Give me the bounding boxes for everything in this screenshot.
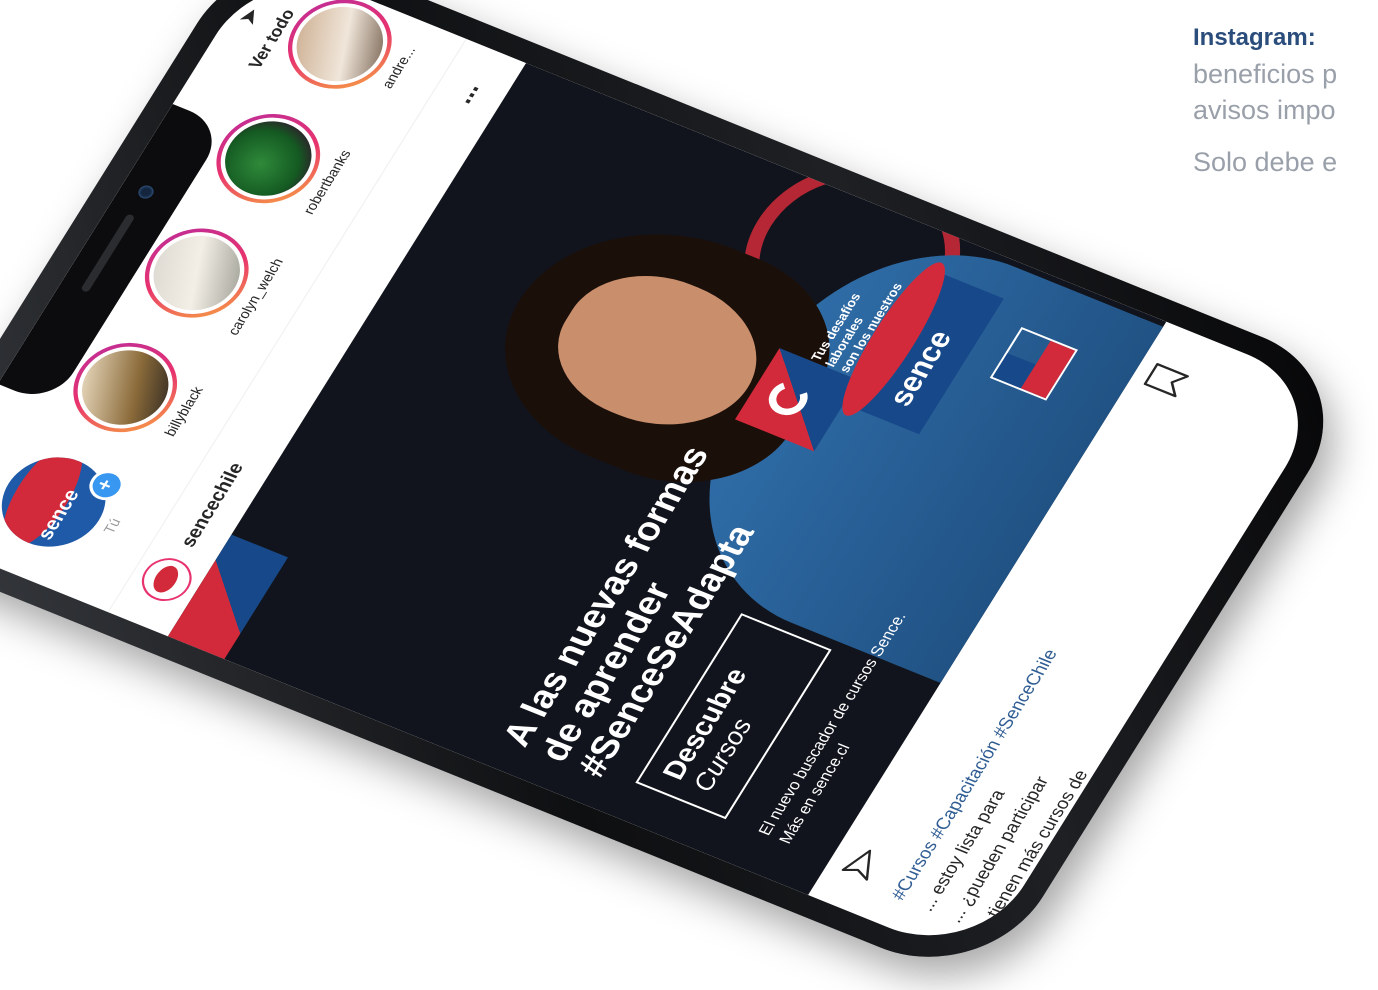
side-title: Instagram: — [1193, 24, 1316, 51]
side-line-1: beneficios p — [1193, 59, 1338, 89]
side-description: Instagram: beneficios p avisos impo Solo… — [1193, 20, 1378, 180]
phone-mockup: ➤ Ver todo sence + Tú billyblack carolyn… — [0, 0, 1367, 990]
bookmark-icon[interactable] — [1140, 360, 1192, 400]
more-options-icon[interactable]: ... — [445, 78, 486, 108]
phone-screen: ➤ Ver todo sence + Tú billyblack carolyn… — [0, 0, 1334, 963]
side-line-2: avisos impo — [1193, 95, 1336, 125]
side-line-3: Solo debe e — [1193, 147, 1338, 177]
story-own[interactable]: sence + Tú — [0, 440, 147, 574]
front-camera — [135, 183, 157, 201]
story-item[interactable]: robertbanks — [195, 96, 362, 230]
